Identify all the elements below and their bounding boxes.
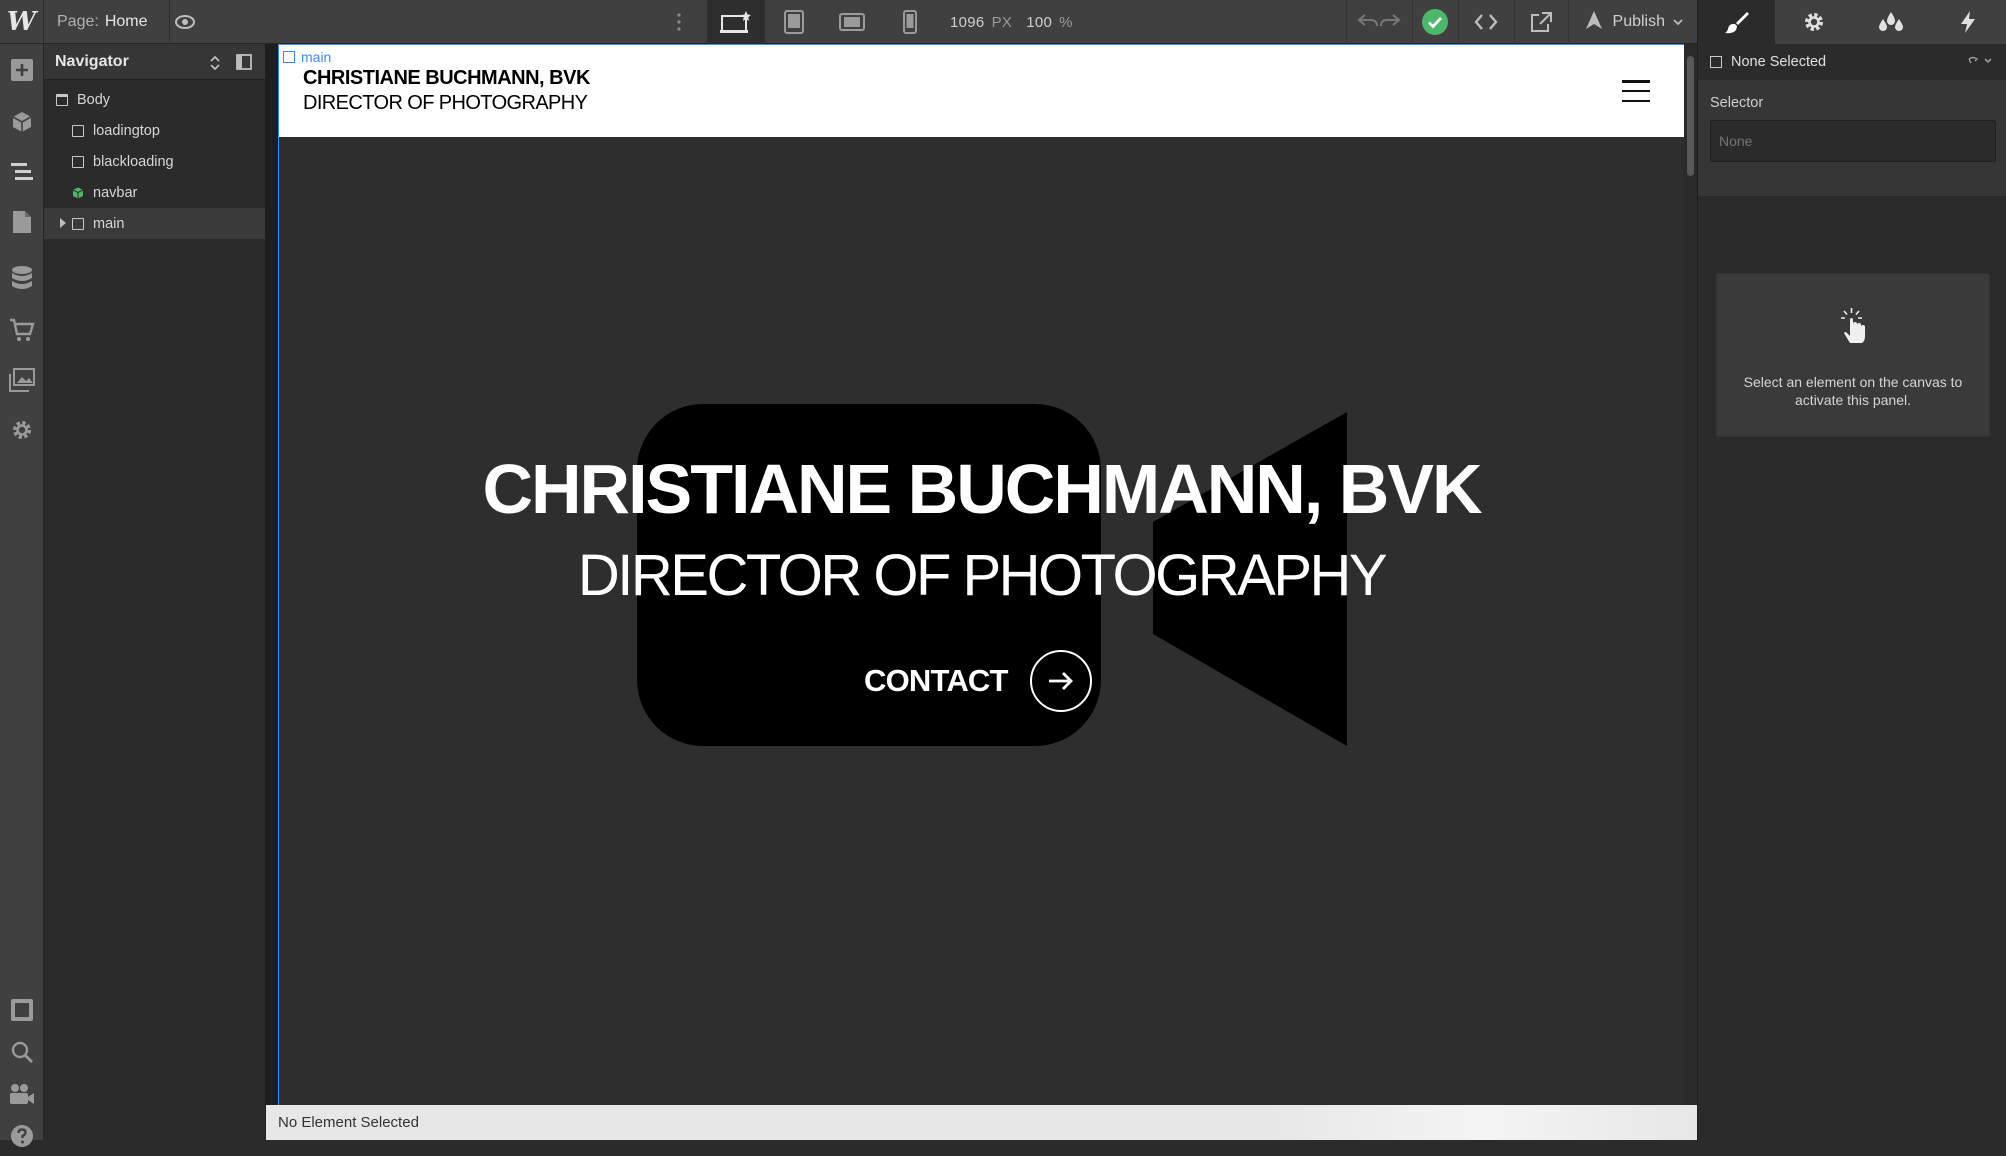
element-settings-gear-icon[interactable] — [1775, 0, 1852, 44]
style-panel: None Selected Selector Select an element… — [1697, 0, 2006, 1140]
site-navbar[interactable]: main CHRISTIANE BUCHMANN, BVK DIRECTOR O… — [279, 45, 1684, 137]
nav-item-navbar[interactable]: navbar — [44, 177, 265, 208]
canvas-scrollbar[interactable] — [1684, 44, 1697, 1105]
element-box-icon — [72, 155, 84, 168]
canvas-width-value: 1096 — [950, 13, 985, 31]
element-box-icon — [283, 51, 295, 63]
redo-icon[interactable] — [1379, 13, 1401, 32]
check-circle-icon[interactable] — [1411, 0, 1458, 44]
undo-redo-group — [1345, 0, 1412, 44]
brand-name[interactable]: CHRISTIANE BUCHMANN, BVK — [303, 67, 590, 90]
page-selector-value: Home — [104, 13, 148, 30]
chevron-down-icon — [1673, 13, 1683, 31]
selector-input[interactable] — [1710, 120, 1996, 162]
selection-status: None Selected — [1698, 44, 2006, 80]
export-icon[interactable] — [1513, 0, 1568, 44]
toolbar-actions: Publish — [1345, 0, 1697, 44]
contact-link[interactable]: CONTACT — [864, 650, 1092, 712]
symbols-cube-icon[interactable] — [0, 102, 44, 142]
element-box-icon — [1710, 56, 1722, 68]
panel-tabs — [1698, 0, 2006, 44]
body-icon — [56, 93, 68, 106]
style-brush-icon[interactable] — [1698, 0, 1776, 44]
scrollbar-thumb[interactable] — [1687, 56, 1694, 176]
preview-eye-icon[interactable] — [170, 0, 200, 44]
navigator-header: Navigator — [44, 44, 265, 80]
selected-element-tag[interactable]: main — [283, 49, 331, 65]
publish-button[interactable]: Publish — [1567, 0, 1697, 44]
element-box-icon — [72, 217, 84, 230]
ecommerce-cart-icon[interactable] — [0, 310, 44, 350]
nav-item-main[interactable]: main — [44, 208, 265, 239]
video-tutorials-icon[interactable] — [0, 1074, 44, 1114]
settings-gear-icon[interactable] — [0, 410, 44, 450]
site-preview[interactable]: main CHRISTIANE BUCHMANN, BVK DIRECTOR O… — [278, 44, 1685, 1106]
code-icon[interactable] — [1457, 0, 1514, 44]
pages-icon[interactable] — [0, 202, 44, 242]
arrow-right-icon — [1029, 650, 1092, 712]
nav-item-label: Body — [77, 91, 111, 108]
canvas-size-readout[interactable]: 1096 PX 100 % — [950, 0, 1087, 44]
navigator-title: Navigator — [55, 52, 129, 70]
webflow-logo[interactable]: W — [0, 0, 44, 44]
nav-item-label: blackloading — [93, 153, 174, 170]
selector-label: Selector — [1710, 95, 1764, 111]
dock-panel-icon[interactable] — [236, 54, 252, 75]
cms-database-icon[interactable] — [0, 258, 44, 298]
page-selector-label: Page: — [57, 13, 99, 30]
selector-section: Selector — [1698, 80, 2006, 196]
vertical-dots-icon[interactable] — [674, 0, 684, 44]
zoom-unit: % — [1059, 13, 1073, 31]
mobile-portrait-icon[interactable] — [881, 0, 939, 44]
publish-label: Publish — [1612, 13, 1665, 30]
empty-state-hint: Select an element on the canvas to activ… — [1716, 273, 1990, 437]
nav-item-blackloading[interactable]: blackloading — [44, 146, 265, 177]
zoom-value: 100 — [1026, 13, 1053, 31]
brand-subtitle[interactable]: DIRECTOR OF PHOTOGRAPHY — [303, 92, 588, 115]
navigator-layers-icon[interactable] — [0, 152, 44, 192]
add-panel-plus-icon[interactable] — [0, 50, 44, 90]
style-manager-drops-icon[interactable] — [1853, 0, 1930, 44]
pointer-click-icon — [1841, 308, 1865, 343]
page-selector[interactable]: Page: Home — [44, 0, 170, 44]
status-text: No Element Selected — [278, 1114, 419, 1131]
assets-images-icon[interactable] — [0, 360, 44, 400]
interactions-lightning-icon[interactable] — [1930, 0, 2006, 44]
expand-caret-icon[interactable] — [60, 218, 66, 228]
rocket-icon — [1583, 10, 1605, 35]
component-cube-icon — [72, 187, 84, 198]
breakpoint-switcher — [707, 0, 939, 44]
desktop-star-icon[interactable] — [707, 0, 765, 44]
search-icon[interactable] — [0, 1032, 44, 1072]
canvas-width-unit: PX — [991, 13, 1013, 31]
selected-element-label: main — [301, 49, 332, 65]
status-bar: No Element Selected — [266, 1105, 1697, 1140]
nav-item-label: navbar — [93, 184, 138, 201]
expand-collapse-icon[interactable] — [209, 54, 221, 77]
hero-section[interactable]: CHRISTIANE BUCHMANN, BVK DIRECTOR OF PHO… — [279, 137, 1684, 1105]
help-question-icon[interactable] — [0, 1116, 44, 1156]
canvas-frame-icon[interactable] — [0, 990, 44, 1030]
empty-state-text: Select an element on the canvas to activ… — [1743, 374, 1963, 408]
nav-item-label: main — [93, 215, 125, 232]
tablet-icon[interactable] — [765, 0, 823, 44]
element-box-icon — [72, 124, 84, 137]
hero-subtitle[interactable]: DIRECTOR OF PHOTOGRAPHY — [279, 542, 1684, 609]
selection-label: None Selected — [1731, 54, 1827, 70]
navigator-panel: Navigator Body loadingtop blackloading n… — [44, 44, 266, 1140]
nav-item-label: loadingtop — [93, 122, 160, 139]
nav-item-loadingtop[interactable]: loadingtop — [44, 115, 265, 146]
contact-label: CONTACT — [864, 663, 1008, 698]
hero-title[interactable]: CHRISTIANE BUCHMANN, BVK — [279, 449, 1684, 529]
hamburger-menu-icon[interactable] — [1622, 80, 1650, 102]
undo-icon[interactable] — [1357, 13, 1379, 32]
nav-item-body[interactable]: Body — [44, 84, 265, 115]
mobile-landscape-icon[interactable] — [823, 0, 881, 44]
left-rail — [0, 44, 44, 1147]
states-dropdown-icon[interactable] — [1967, 55, 1993, 71]
